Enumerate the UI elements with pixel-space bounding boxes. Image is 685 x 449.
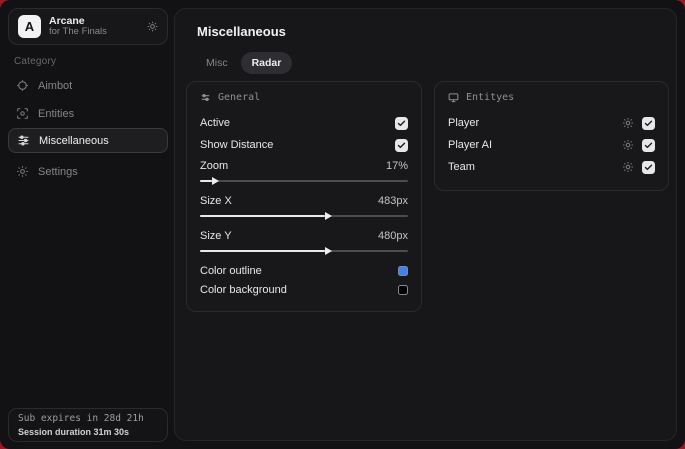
color-row-outline: Color outline	[200, 261, 408, 280]
entity-row-team: Team	[448, 156, 655, 178]
monitor-icon	[448, 92, 459, 103]
tab-misc[interactable]: Misc	[195, 52, 239, 74]
size-y-slider[interactable]	[200, 247, 408, 255]
slider-thumb[interactable]	[324, 212, 332, 220]
sub-expires-text: Sub expires in 28d 21h	[18, 413, 144, 424]
avatar: A	[18, 15, 41, 38]
sidebar-item-aimbot[interactable]: Aimbot	[8, 73, 168, 98]
slider-label: Size X	[200, 195, 232, 207]
slider-thumb[interactable]	[212, 177, 220, 185]
main-panel: Miscellaneous Misc Radar General Active	[174, 8, 677, 441]
tab-radar[interactable]: Radar	[240, 52, 293, 74]
toggle-row-show-distance: Show Distance	[200, 134, 408, 156]
scan-icon	[16, 107, 29, 120]
player-checkbox[interactable]	[642, 116, 655, 130]
crosshair-icon	[16, 79, 29, 92]
player-settings-gear-icon[interactable]	[622, 117, 634, 129]
sidebar-item-label: Miscellaneous	[39, 134, 109, 147]
show-distance-checkbox[interactable]	[395, 138, 408, 152]
entities-group: Entityes Player Player AI Team	[434, 81, 669, 191]
toggle-label: Show Distance	[200, 139, 274, 151]
team-checkbox[interactable]	[642, 160, 655, 174]
app-window: A Arcane for The Finals Category Aimbot	[0, 0, 685, 449]
active-checkbox[interactable]	[395, 116, 408, 130]
subscription-info-box: Sub expires in 28d 21h Session duration …	[8, 408, 168, 442]
entity-label: Player	[448, 117, 480, 129]
entity-row-player-ai: Player AI	[448, 134, 655, 156]
sliders-small-icon	[200, 92, 211, 103]
general-group-title: General	[218, 92, 261, 103]
sidebar-item-settings[interactable]: Settings	[8, 159, 168, 184]
slider-value: 480px	[378, 230, 408, 242]
sidebar-item-label: Entities	[38, 107, 75, 120]
sliders-icon	[17, 134, 30, 147]
toggle-row-active: Active	[200, 112, 408, 134]
size-x-slider[interactable]	[200, 212, 408, 220]
slider-size-x: Size X 483px	[200, 191, 408, 220]
profile-settings-gear-icon[interactable]	[147, 21, 158, 32]
toggle-label: Active	[200, 117, 230, 129]
sidebar-item-miscellaneous[interactable]: Miscellaneous	[8, 128, 168, 153]
entities-group-header: Entityes	[448, 92, 655, 103]
sidebar-item-label: Aimbot	[38, 79, 73, 92]
color-row-background: Color background	[200, 280, 408, 299]
entity-label: Player AI	[448, 139, 493, 151]
color-outline-swatch[interactable]	[398, 265, 408, 276]
sidebar-item-label: Settings	[38, 165, 78, 178]
color-background-swatch[interactable]	[398, 284, 408, 295]
player-ai-settings-gear-icon[interactable]	[622, 139, 634, 151]
slider-value: 17%	[385, 160, 408, 172]
profile-text: Arcane for The Finals	[49, 15, 139, 38]
slider-label: Size Y	[200, 230, 232, 242]
profile-card: A Arcane for The Finals	[8, 8, 168, 45]
slider-size-y: Size Y 480px	[200, 226, 408, 255]
slider-label: Zoom	[200, 160, 229, 172]
session-duration-text: Session duration 31m 30s	[18, 426, 130, 437]
slider-value: 483px	[378, 195, 408, 207]
team-settings-gear-icon[interactable]	[622, 161, 634, 173]
slider-zoom: Zoom 17%	[200, 156, 408, 185]
player-ai-checkbox[interactable]	[642, 138, 655, 152]
slider-thumb[interactable]	[324, 247, 332, 255]
general-group-header: General	[200, 92, 408, 103]
entity-label: Team	[448, 161, 475, 173]
tab-bar: Misc Radar	[195, 52, 293, 74]
profile-subtitle: for The Finals	[49, 26, 107, 38]
groups-container: General Active Show Distance Zoom 17% Si…	[186, 81, 669, 312]
zoom-slider[interactable]	[200, 177, 408, 185]
general-group: General Active Show Distance Zoom 17% Si…	[186, 81, 422, 312]
color-label: Color background	[200, 283, 287, 296]
entity-row-player: Player	[448, 112, 655, 134]
page-title: Miscellaneous	[197, 24, 286, 39]
color-label: Color outline	[200, 264, 262, 277]
entities-group-title: Entityes	[466, 92, 515, 103]
sidebar-item-entities[interactable]: Entities	[8, 101, 168, 126]
category-label: Category	[14, 56, 57, 67]
gear-icon	[16, 165, 29, 178]
